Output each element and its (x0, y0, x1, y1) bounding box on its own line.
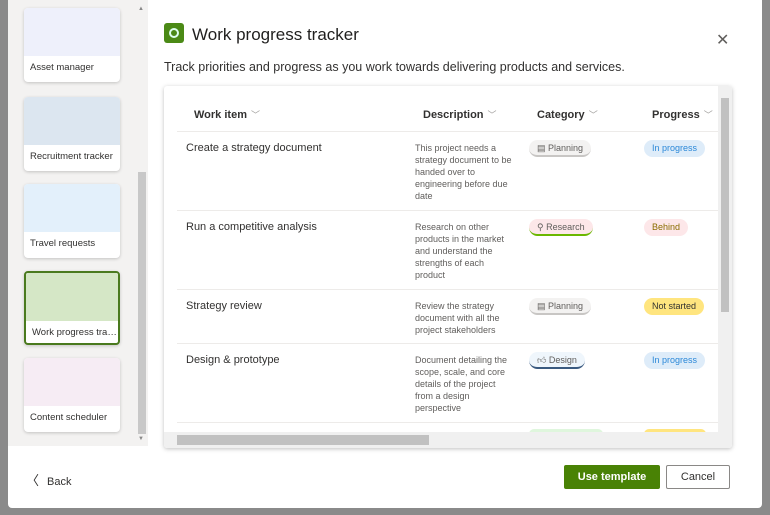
scrollbar-thumb[interactable] (138, 172, 146, 434)
chevron-down-icon: ﹀ (588, 110, 598, 120)
scrollbar-thumb[interactable] (721, 98, 729, 312)
thumbs-up-icon: 👍︎ (537, 355, 549, 365)
work-item: Run a competitive analysis (186, 221, 317, 233)
dialog-subtitle: Track priorities and progress as you wor… (164, 60, 625, 74)
close-icon[interactable]: ✕ (716, 30, 729, 50)
table-row: Strategy review Review the strategy docu… (177, 289, 718, 343)
scrollbar-thumb[interactable] (177, 435, 429, 445)
travel-thumbnail (24, 184, 120, 232)
preview-vertical-scrollbar[interactable] (718, 86, 732, 432)
table-row: Create a strategy document This project … (177, 131, 718, 210)
calendar-icon: ▤ (537, 143, 549, 153)
progress-badge: In progress (644, 352, 706, 369)
back-button[interactable]: 〈 Back (26, 470, 71, 489)
template-preview: Work item ﹀ Description ﹀ Category ﹀ Progre… (164, 86, 732, 448)
template-label: Recruitment tracker (30, 151, 113, 162)
template-card-recruitment-tracker[interactable]: Recruitment tracker (24, 97, 120, 171)
chevron-down-icon: ﹀ (250, 110, 260, 120)
chevron-down-icon: ﹀ (487, 110, 497, 120)
preview-horizontal-scrollbar[interactable] (164, 432, 732, 448)
cancel-button[interactable]: Cancel (666, 465, 730, 489)
research-icon: ⚲ (537, 222, 547, 232)
table-row (177, 422, 718, 432)
scroll-up-icon[interactable]: ▲ (138, 6, 144, 12)
work-item: Strategy review (186, 300, 262, 312)
template-card-content-scheduler[interactable]: Content scheduler (24, 358, 120, 432)
description: Document detailing the scope, scale, and… (415, 355, 508, 413)
column-header-category[interactable]: Category ﹀ (537, 108, 598, 121)
category-badge: ▤ Planning (529, 140, 592, 157)
recruitment-thumbnail (24, 97, 120, 145)
template-list: Asset manager Recruitment tracker Travel… (8, 0, 148, 446)
template-label: Content scheduler (30, 412, 108, 423)
calendar-icon: ▤ (537, 301, 549, 311)
column-header-work-item[interactable]: Work item ﹀ (194, 108, 260, 121)
progress-badge: In progress (644, 140, 706, 157)
chevron-left-icon: 〈 (26, 473, 40, 488)
dialog-title: Work progress tracker (192, 25, 359, 44)
work-item: Design & prototype (186, 354, 280, 366)
description: Research on other products in the market… (415, 222, 505, 280)
category-badge: 👍︎ Design (529, 352, 585, 369)
category-badge: ▤ Planning (529, 298, 592, 315)
template-card-work-progress-tracker[interactable]: Work progress tracker (24, 271, 120, 345)
scroll-down-icon[interactable]: ▼ (138, 436, 144, 442)
column-header-progress[interactable]: Progress ﹀ (652, 108, 713, 121)
use-template-button[interactable]: Use template (564, 465, 660, 489)
sidebar-scrollbar[interactable]: ▲ ▼ (137, 0, 147, 446)
template-card-travel-requests[interactable]: Travel requests (24, 184, 120, 258)
work-progress-thumbnail (26, 273, 118, 321)
content-scheduler-thumbnail (24, 358, 120, 406)
column-header-description[interactable]: Description ﹀ (423, 108, 497, 121)
app-icon (164, 23, 184, 43)
template-label: Work progress tracker (32, 327, 118, 338)
description: Review the strategy document with all th… (415, 301, 500, 335)
table-row: Run a competitive analysis Research on o… (177, 210, 718, 289)
template-label: Travel requests (30, 238, 96, 249)
progress-badge: Behind (644, 219, 689, 236)
work-item: Create a strategy document (186, 142, 322, 154)
category-badge: ⚲ Research (529, 219, 593, 236)
preview-table: Work item ﹀ Description ﹀ Category ﹀ Progre… (164, 86, 718, 432)
description: This project needs a strategy document t… (415, 143, 512, 201)
progress-badge: Not started (644, 298, 705, 315)
chevron-down-icon: ﹀ (703, 110, 713, 120)
template-card-asset-manager[interactable]: Asset manager (24, 8, 120, 82)
table-row: Design & prototype Document detailing th… (177, 343, 718, 422)
back-label: Back (47, 476, 72, 488)
template-label: Asset manager (30, 62, 94, 73)
asset-manager-thumbnail (24, 8, 120, 56)
